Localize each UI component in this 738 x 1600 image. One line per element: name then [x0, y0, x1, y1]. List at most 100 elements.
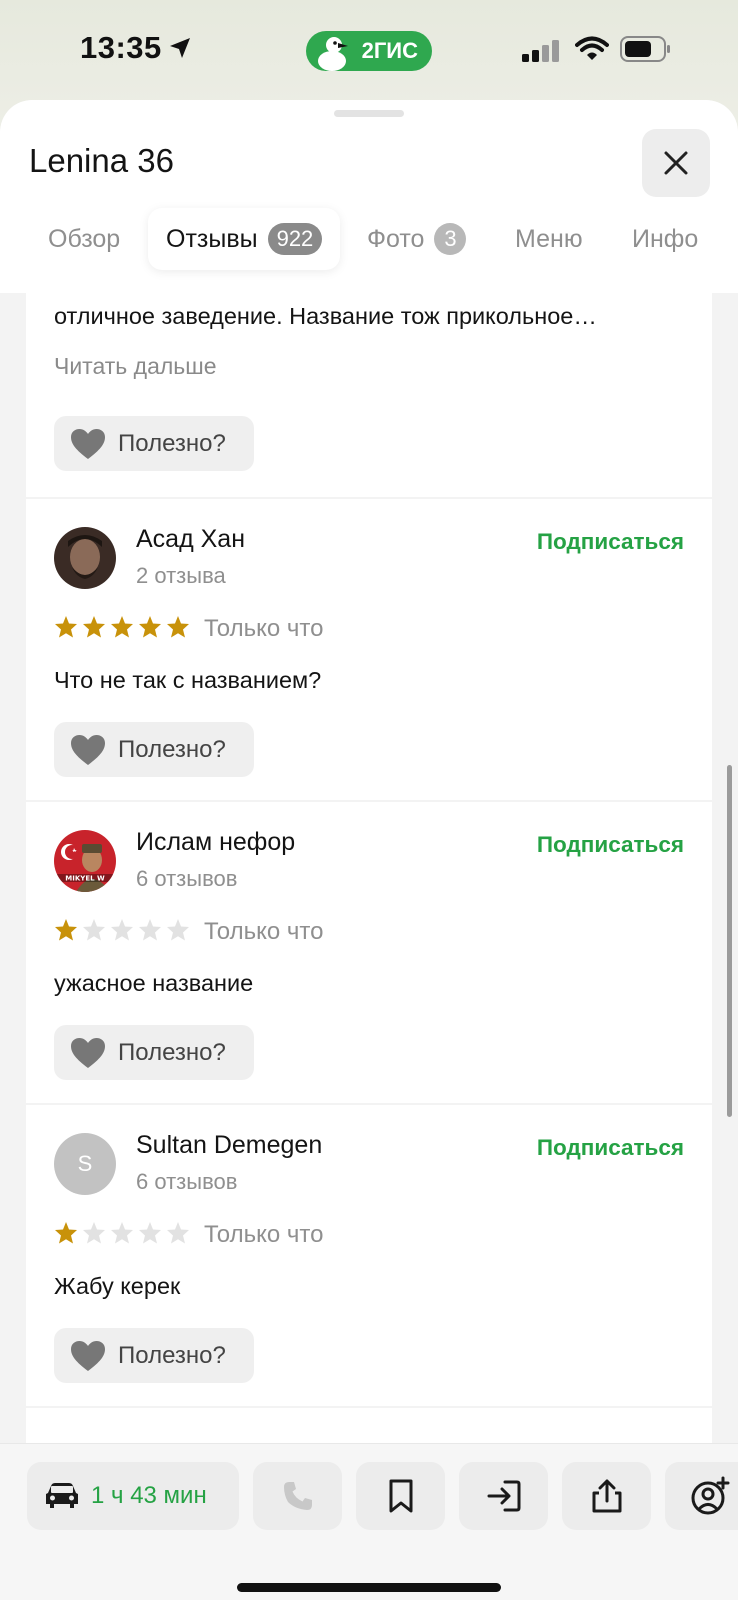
useful-label: Полезно?: [118, 735, 226, 763]
tab-photos[interactable]: Фото 3: [367, 208, 467, 270]
add-user-icon: [691, 1476, 729, 1515]
tab-info[interactable]: Инфо: [632, 208, 698, 270]
avatar-caption: MIKYEL W: [65, 875, 105, 883]
tab-label: Обзор: [48, 224, 121, 253]
photos-count-badge: 3: [434, 223, 467, 255]
review-author[interactable]: Ислам нефор: [136, 828, 295, 857]
bottom-action-bar: 1 ч 43 мин: [0, 1443, 738, 1600]
avatar[interactable]: MIKYEL W: [54, 830, 116, 892]
useful-label: Полезно?: [118, 1038, 226, 1066]
close-icon: [664, 151, 688, 175]
brand-name: 2ГИС: [361, 38, 418, 63]
home-indicator[interactable]: [237, 1583, 501, 1592]
star-filled-icon: [139, 616, 161, 638]
review-time: Только что: [204, 615, 324, 642]
share-icon: [592, 1479, 621, 1513]
rating-stars: [54, 1221, 190, 1245]
star-filled-icon: [111, 616, 133, 638]
heart-icon: [71, 428, 105, 459]
route-button[interactable]: 1 ч 43 мин: [27, 1462, 239, 1530]
review-time: Только что: [204, 918, 324, 945]
review-author[interactable]: Sultan Demegen: [136, 1131, 322, 1160]
review-author[interactable]: Асад Хан: [136, 525, 245, 554]
status-time: 13:35: [80, 30, 162, 65]
phone-icon: [283, 1482, 312, 1510]
review-text: отличное заведение. Название тож приколь…: [54, 303, 597, 329]
bookmark-icon: [389, 1479, 412, 1513]
brand-pill[interactable]: 2ГИС: [306, 31, 432, 71]
enter-button[interactable]: [459, 1462, 548, 1530]
review-card: Асад Хан 2 отзыва Подписаться Только что…: [26, 499, 712, 800]
car-icon: [46, 1483, 78, 1508]
star-filled-icon: [55, 1222, 77, 1244]
avatar-photo: MIKYEL W: [54, 830, 116, 892]
avatar-letter: S: [77, 1151, 93, 1176]
tab-label: Меню: [515, 224, 583, 253]
star-empty-icon: [83, 1222, 105, 1244]
status-bar: 13:35 2ГИС: [0, 0, 738, 100]
reviews-count-badge: 922: [267, 223, 323, 255]
review-time: Только что: [204, 1221, 324, 1248]
cellular-signal-icon: [522, 40, 559, 62]
star-empty-icon: [167, 1222, 189, 1244]
reviews-list[interactable]: отличное заведение. Название тож приколь…: [26, 293, 712, 1540]
sheet-header: Lenina 36 Обзор Отзывы 922 Фото 3 Меню И…: [0, 100, 738, 293]
review-card: отличное заведение. Название тож приколь…: [26, 293, 712, 497]
subscribe-button[interactable]: Подписаться: [537, 832, 684, 858]
bookmark-button[interactable]: [356, 1462, 445, 1530]
star-empty-icon: [111, 1222, 133, 1244]
call-button[interactable]: [253, 1462, 342, 1530]
useful-button[interactable]: Полезно?: [54, 722, 254, 777]
sheet-grabber[interactable]: [334, 110, 404, 117]
star-empty-icon: [83, 919, 105, 941]
enter-icon: [487, 1480, 520, 1512]
subscribe-button[interactable]: Подписаться: [537, 1135, 684, 1161]
add-contact-button[interactable]: [665, 1462, 738, 1530]
tab-label: Инфо: [632, 224, 699, 253]
rating-stars: [54, 615, 190, 639]
star-filled-icon: [83, 616, 105, 638]
place-sheet: Lenina 36 Обзор Отзывы 922 Фото 3 Меню И…: [0, 100, 738, 1600]
tab-menu[interactable]: Меню: [515, 208, 583, 270]
useful-button[interactable]: Полезно?: [54, 1328, 254, 1383]
review-card: MIKYEL W Ислам нефор 6 отзывов Подписать…: [26, 802, 712, 1103]
star-filled-icon: [167, 616, 189, 638]
review-text: Жабу керек: [54, 1273, 181, 1299]
share-button[interactable]: [562, 1462, 651, 1530]
useful-label: Полезно?: [118, 1341, 226, 1369]
star-empty-icon: [139, 1222, 161, 1244]
star-filled-icon: [55, 919, 77, 941]
tab-overview[interactable]: Обзор: [48, 208, 120, 270]
author-review-count: 6 отзывов: [136, 866, 238, 891]
star-empty-icon: [111, 919, 133, 941]
scrollbar[interactable]: [727, 765, 732, 1117]
useful-button[interactable]: Полезно?: [54, 1025, 254, 1080]
heart-icon: [71, 734, 105, 765]
subscribe-button[interactable]: Подписаться: [537, 529, 684, 555]
close-button[interactable]: [642, 129, 710, 197]
useful-label: Полезно?: [118, 429, 226, 457]
author-review-count: 2 отзыва: [136, 563, 226, 588]
avatar-photo: [54, 527, 116, 589]
star-filled-icon: [55, 616, 77, 638]
review-text: ужасное название: [54, 970, 254, 996]
tab-label: Фото: [367, 224, 425, 253]
heart-icon: [71, 1037, 105, 1068]
author-review-count: 6 отзывов: [136, 1169, 238, 1194]
read-more-link[interactable]: Читать дальше: [54, 353, 217, 380]
tab-reviews[interactable]: Отзывы 922: [148, 208, 341, 270]
place-title: Lenina 36: [29, 142, 174, 179]
tab-label: Отзывы: [166, 224, 258, 253]
star-empty-icon: [167, 919, 189, 941]
useful-button[interactable]: Полезно?: [54, 416, 254, 471]
battery-icon: [620, 36, 670, 62]
route-time: 1 ч 43 мин: [91, 1482, 207, 1509]
heart-icon: [71, 1340, 105, 1371]
review-text: Что не так с названием?: [54, 667, 322, 693]
wifi-icon: [575, 36, 609, 60]
avatar[interactable]: [54, 527, 116, 589]
rating-stars: [54, 918, 190, 942]
review-card: S Sultan Demegen 6 отзывов Подписаться Т…: [26, 1105, 712, 1406]
avatar[interactable]: S: [54, 1133, 116, 1195]
duck-logo-icon: [318, 37, 348, 71]
